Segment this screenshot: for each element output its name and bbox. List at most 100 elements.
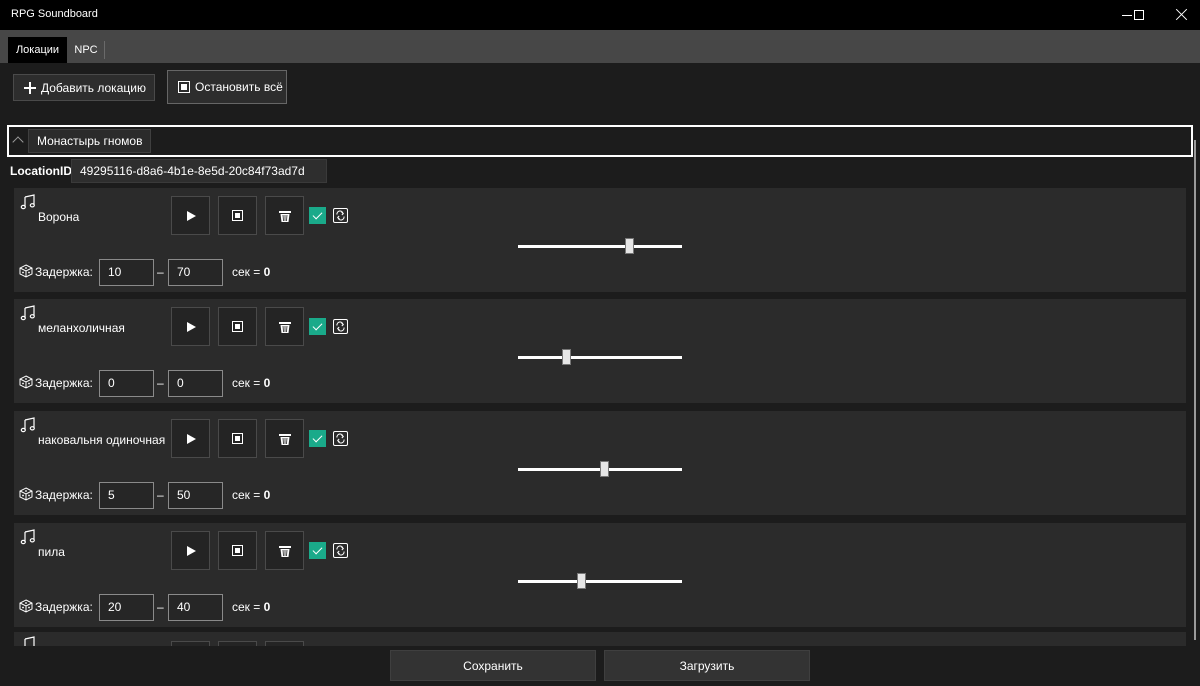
delay-label: Задержка: [35,376,93,390]
delete-button[interactable] [265,307,304,346]
trash-icon [278,433,291,445]
dice-icon [19,264,33,278]
volume-slider-track[interactable] [518,245,682,248]
dice-icon [19,487,33,501]
delay-result: сек = 0 [232,488,270,502]
delay-min-input[interactable]: 0 [99,370,154,397]
sound-card: меланхоличная Задержка: 0 – 0 сек = 0 [14,299,1186,403]
music-note-icon [20,529,35,545]
enabled-checkbox[interactable] [309,207,326,224]
volume-slider-track[interactable] [518,356,682,359]
volume-slider-track[interactable] [518,580,682,583]
loop-toggle[interactable] [333,543,348,558]
sound-name: меланхоличная [38,321,125,335]
delay-result: сек = 0 [232,265,270,279]
check-icon [312,209,323,220]
delay-max-input[interactable]: 40 [168,594,223,621]
sec-prefix: сек = [232,265,261,279]
stop-icon [232,210,243,221]
delay-label: Задержка: [35,600,93,614]
sound-card: наковальня одиночная Задержка: 5 – 50 се… [14,411,1186,515]
sound-card: Ворона Задержка: 10 – 70 сек = 0 [14,188,1186,292]
delay-max-input[interactable]: 70 [168,259,223,286]
delay-result: сек = 0 [232,376,270,390]
footer-bar: Сохранить Загрузить [0,646,1200,686]
trash-icon [278,545,291,557]
sound-name: Ворона [38,210,80,224]
delay-max-input[interactable]: 0 [168,370,223,397]
add-location-button[interactable]: Добавить локацию [13,74,155,101]
tab-strip: Локации NPC [0,30,1200,63]
stop-button[interactable] [218,307,257,346]
chevron-up-icon[interactable] [12,136,24,148]
location-id-label: LocationID [10,164,72,178]
delay-result: сек = 0 [232,600,270,614]
plus-icon [24,81,36,94]
delay-dash: – [157,376,164,390]
volume-slider-thumb[interactable] [562,349,571,365]
location-id-field[interactable]: 49295116-d8a6-4b1e-8e5d-20c84f73ad7d [71,159,327,183]
sec-prefix: сек = [232,488,261,502]
close-icon [1176,8,1188,20]
delete-button[interactable] [265,196,304,235]
play-button[interactable] [171,531,210,570]
trash-icon [278,321,291,333]
sec-total: 0 [263,376,271,390]
stop-all-label: Остановить всё [195,80,283,94]
maximize-button[interactable] [1116,0,1162,30]
location-name[interactable]: Монастырь гномов [28,129,152,153]
enabled-checkbox[interactable] [309,542,326,559]
sec-prefix: сек = [232,600,261,614]
title-bar: RPG Soundboard [0,0,1200,30]
tab-locations[interactable]: Локации [8,37,67,63]
delay-min-input[interactable]: 20 [99,594,154,621]
window-title: RPG Soundboard [11,8,98,20]
stop-icon [178,81,190,93]
delay-dash: – [157,265,164,279]
stop-all-button[interactable]: Остановить всё [167,70,287,104]
stop-button[interactable] [218,419,257,458]
play-button[interactable] [171,307,210,346]
music-note-icon [20,417,35,433]
delay-max-input[interactable]: 50 [168,482,223,509]
volume-slider-thumb[interactable] [577,573,586,589]
stop-button[interactable] [218,196,257,235]
loop-toggle[interactable] [333,319,348,334]
play-button[interactable] [171,196,210,235]
play-icon [187,321,196,332]
stop-icon [232,433,243,444]
scrollbar[interactable] [1194,140,1196,640]
music-note-icon [20,305,35,321]
delay-label: Задержка: [35,488,93,502]
stop-icon [232,545,243,556]
trash-icon [278,210,291,222]
enabled-checkbox[interactable] [309,318,326,335]
load-button[interactable]: Загрузить [604,650,810,681]
delay-min-input[interactable]: 5 [99,482,154,509]
add-location-label: Добавить локацию [41,80,146,95]
volume-slider-thumb[interactable] [600,461,609,477]
delay-label: Задержка: [35,265,93,279]
music-note-icon [20,194,35,210]
check-icon [312,432,323,443]
play-button[interactable] [171,419,210,458]
delete-button[interactable] [265,531,304,570]
save-button[interactable]: Сохранить [390,650,596,681]
play-icon [187,545,196,556]
volume-slider-thumb[interactable] [625,238,634,254]
close-button[interactable] [1164,0,1200,30]
sound-card: пила Задержка: 20 – 40 сек = 0 [14,523,1186,627]
delete-button[interactable] [265,419,304,458]
delay-min-input[interactable]: 10 [99,259,154,286]
enabled-checkbox[interactable] [309,430,326,447]
play-icon [187,433,196,444]
play-icon [187,210,196,221]
loop-toggle[interactable] [333,431,348,446]
loop-toggle[interactable] [333,208,348,223]
check-icon [312,320,323,331]
stop-button[interactable] [218,531,257,570]
location-expander[interactable]: Монастырь гномов [7,125,1193,157]
tab-npc[interactable]: NPC [67,37,105,63]
repeat-icon [336,210,345,221]
sound-name: пила [38,545,65,559]
